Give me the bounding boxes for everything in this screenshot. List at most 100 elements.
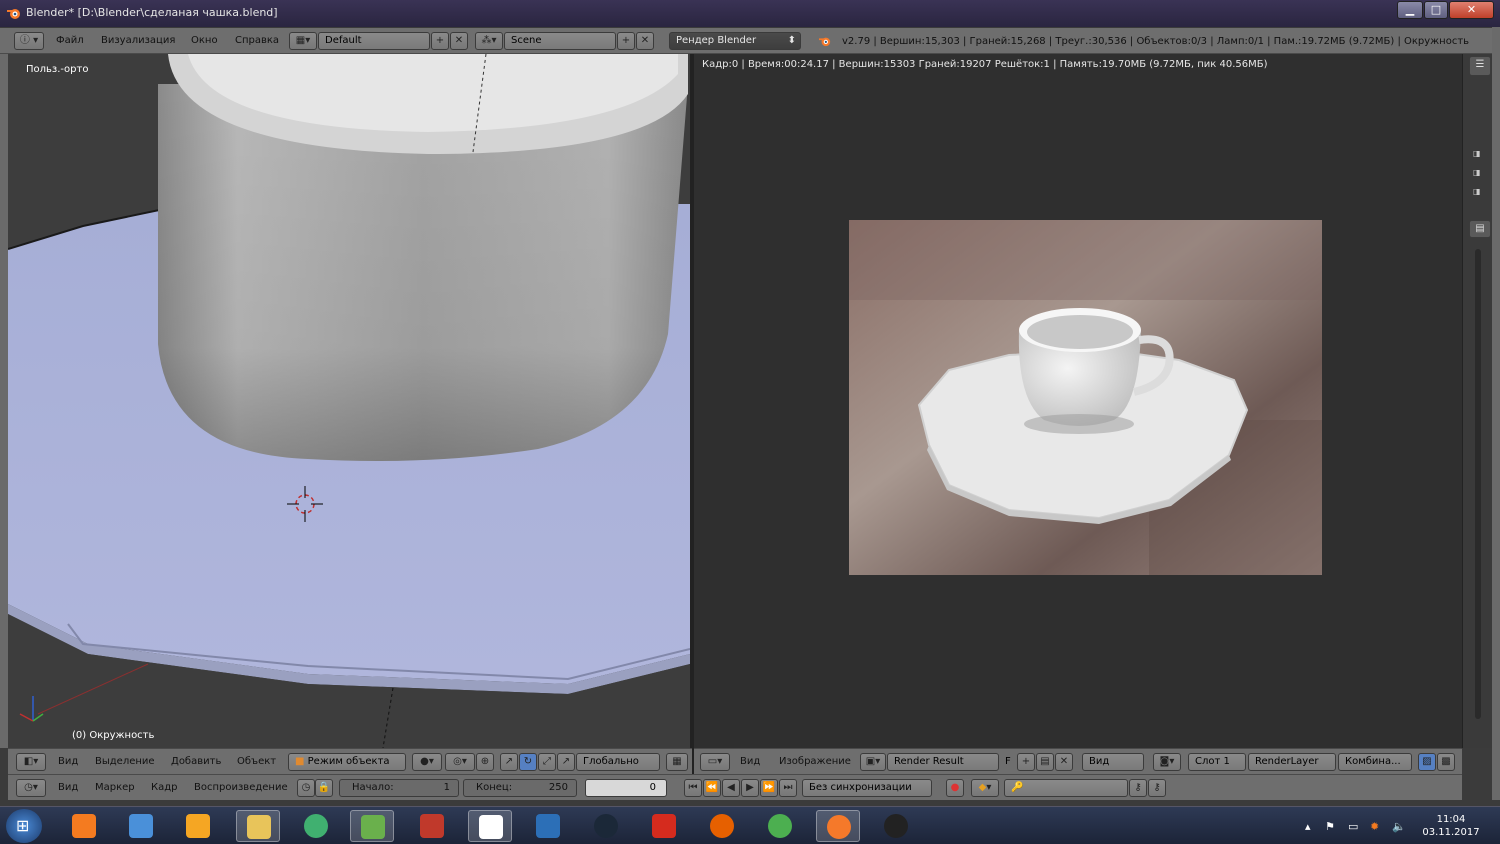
- taskbar-clock[interactable]: 11:04 03.11.2017: [1422, 813, 1480, 839]
- remove-scene-icon[interactable]: ✕: [636, 32, 654, 50]
- viewport-menu-view[interactable]: Вид: [58, 756, 78, 767]
- scene-icon[interactable]: ⁂▾: [475, 32, 503, 50]
- view-select[interactable]: Вид: [1082, 753, 1144, 771]
- preview-range-icon[interactable]: ◷: [297, 779, 315, 797]
- draw-channels-icon[interactable]: ▨: [1418, 753, 1436, 771]
- outliner-row-icons[interactable]: ◨ ◨ ◨: [1473, 144, 1487, 204]
- jump-keyframe-forward-icon[interactable]: ⏩: [760, 779, 778, 797]
- timeline-menu-view[interactable]: Вид: [58, 782, 78, 793]
- insert-key-icon[interactable]: ⚷: [1129, 779, 1147, 797]
- shading-icon[interactable]: ●▾: [412, 753, 442, 771]
- taskbar-atom-button[interactable]: [294, 810, 338, 842]
- close-button[interactable]: ✕: [1449, 1, 1494, 19]
- tray-expand-icon[interactable]: ▴: [1305, 820, 1311, 833]
- unlink-image-icon[interactable]: ✕: [1055, 753, 1073, 771]
- render-layer-select[interactable]: RenderLayer: [1248, 753, 1336, 771]
- keying-icon[interactable]: ◆▾: [971, 779, 999, 797]
- taskbar-control-panel-button[interactable]: [119, 810, 163, 842]
- translate-icon[interactable]: ↗: [500, 753, 518, 771]
- display-mode-icon[interactable]: ◙▾: [1153, 753, 1181, 771]
- play-icon[interactable]: ▶: [741, 779, 759, 797]
- properties-icon[interactable]: ▤: [1469, 220, 1491, 238]
- scene-field[interactable]: Scene: [504, 32, 616, 50]
- alpha-checker-icon[interactable]: ▩: [1437, 753, 1455, 771]
- layers-grid-icon[interactable]: ▦: [666, 753, 688, 771]
- timeline-editor-type-icon[interactable]: ◷▾: [16, 779, 46, 797]
- maximize-button[interactable]: □: [1424, 1, 1448, 19]
- screen-layout-icon[interactable]: ▦▾: [289, 32, 317, 50]
- manipulator-icon[interactable]: ⊕: [476, 753, 494, 771]
- record-icon[interactable]: ●: [946, 779, 964, 797]
- properties-scrollbar[interactable]: [1475, 249, 1481, 719]
- timeline-menu-marker[interactable]: Маркер: [95, 782, 135, 793]
- jump-start-icon[interactable]: ⏮: [684, 779, 702, 797]
- taskbar-app-square-button[interactable]: [468, 810, 512, 842]
- taskbar-media-player-button[interactable]: [176, 810, 220, 842]
- flag-icon[interactable]: ⚑: [1325, 820, 1335, 833]
- taskbar-canada-flag-button[interactable]: [642, 810, 686, 842]
- rotate-icon[interactable]: ↻: [519, 753, 537, 771]
- taskbar-avast-button[interactable]: [62, 810, 106, 842]
- timeline-menu-playback[interactable]: Воспроизведение: [194, 782, 288, 793]
- mode-select[interactable]: ■ Режим объекта: [288, 753, 406, 771]
- menu-help[interactable]: Справка: [235, 35, 279, 46]
- orientation-icon[interactable]: ↗: [557, 753, 575, 771]
- volume-icon[interactable]: 🔈: [1392, 820, 1406, 833]
- open-image-icon[interactable]: ▤: [1036, 753, 1054, 771]
- orientation-select[interactable]: Глобально: [576, 753, 660, 771]
- remove-layout-icon[interactable]: ✕: [450, 32, 468, 50]
- render-pass-select[interactable]: Комбина...: [1338, 753, 1412, 771]
- add-layout-icon[interactable]: +: [431, 32, 449, 50]
- taskbar-firefox-button[interactable]: [700, 810, 744, 842]
- info-editor-type-icon[interactable]: ⓘ ▾: [14, 32, 44, 50]
- minimize-button[interactable]: ▁: [1397, 1, 1423, 19]
- outliner-icon[interactable]: ☰: [1469, 56, 1491, 76]
- timeline-menu-frame[interactable]: Кадр: [151, 782, 178, 793]
- jump-keyframe-back-icon[interactable]: ⏪: [703, 779, 721, 797]
- viewport-editor-type-icon[interactable]: ◧▾: [16, 753, 46, 771]
- image-menu-view[interactable]: Вид: [740, 756, 760, 767]
- layout-field[interactable]: Default: [318, 32, 430, 50]
- pivot-icon[interactable]: ◎▾: [445, 753, 475, 771]
- taskbar-app-red-button[interactable]: [410, 810, 454, 842]
- slot-select[interactable]: Слот 1: [1188, 753, 1246, 771]
- taskbar-obs-button[interactable]: [874, 810, 918, 842]
- viewport-menu-add[interactable]: Добавить: [171, 756, 221, 767]
- end-frame-field[interactable]: Конец: 250: [463, 779, 577, 797]
- fake-user-toggle[interactable]: F: [1005, 756, 1011, 767]
- add-scene-icon[interactable]: +: [617, 32, 635, 50]
- image-name-field[interactable]: Render Result: [887, 753, 999, 771]
- image-editor[interactable]: Кадр:0 | Время:00:24.17 | Вершин:15303 Г…: [694, 54, 1462, 748]
- start-frame-field[interactable]: Начало: 1: [339, 779, 459, 797]
- render-engine-select[interactable]: Рендер Blender ⬍: [669, 32, 801, 50]
- network-icon[interactable]: ▭: [1348, 820, 1358, 833]
- viewport-menu-object[interactable]: Объект: [237, 756, 276, 767]
- delete-key-icon[interactable]: ⚷: [1148, 779, 1166, 797]
- start-button[interactable]: ⊞: [6, 809, 42, 843]
- jump-end-icon[interactable]: ⏭: [779, 779, 797, 797]
- image-browse-icon[interactable]: ▣▾: [860, 753, 886, 771]
- lock-range-icon[interactable]: 🔒: [315, 779, 333, 797]
- play-reverse-icon[interactable]: ◀: [722, 779, 740, 797]
- taskbar-explorer-button[interactable]: [236, 810, 280, 842]
- sync-select[interactable]: Без синхронизации: [802, 779, 932, 797]
- image-menu-image[interactable]: Изображение: [779, 756, 851, 767]
- 3d-viewport[interactable]: Польз.-орто (0) Окружность: [8, 54, 690, 748]
- current-frame-field[interactable]: 0: [585, 779, 667, 797]
- taskbar-chrome-button[interactable]: [758, 810, 802, 842]
- taskbar-battlenet-button[interactable]: [526, 810, 570, 842]
- render-info-text: Кадр:0 | Время:00:24.17 | Вершин:15303 Г…: [702, 59, 1268, 70]
- menu-file[interactable]: Файл: [56, 35, 84, 46]
- scale-icon[interactable]: ⤢: [538, 753, 556, 771]
- taskbar-steam-button[interactable]: [584, 810, 628, 842]
- menu-render[interactable]: Визуализация: [101, 35, 175, 46]
- viewport-menu-select[interactable]: Выделение: [95, 756, 155, 767]
- avast-tray-icon[interactable]: ✹: [1370, 820, 1379, 833]
- menu-window[interactable]: Окно: [191, 35, 218, 46]
- taskbar-utorrent-button[interactable]: [350, 810, 394, 842]
- new-image-icon[interactable]: +: [1017, 753, 1035, 771]
- keying-set-field[interactable]: 🔑: [1004, 779, 1128, 797]
- image-editor-type-icon[interactable]: ▭▾: [700, 753, 730, 771]
- taskbar-blender-button[interactable]: [816, 810, 860, 842]
- render-engine-label: Рендер Blender: [676, 35, 757, 46]
